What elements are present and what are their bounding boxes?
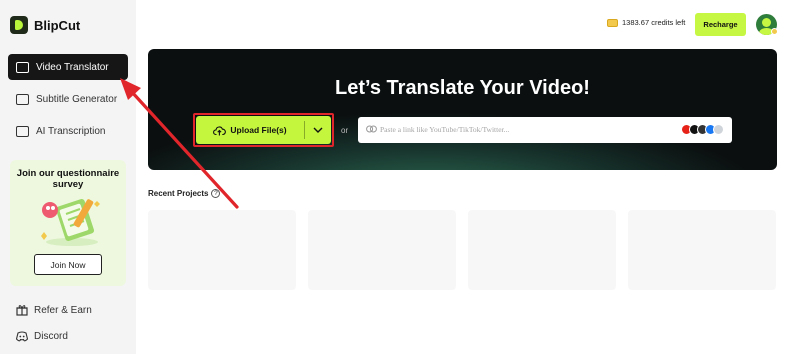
supported-platforms	[681, 124, 724, 135]
sidebar-item-video-translator[interactable]: Video Translator	[8, 54, 128, 80]
translate-hero-panel: Let’s Translate Your Video! Upload File(…	[148, 49, 777, 170]
video-link-input[interactable]: Paste a link like YouTube/TikTok/Twitter…	[358, 117, 732, 143]
sidebar-item-subtitle-generator[interactable]: Subtitle Generator	[8, 86, 128, 112]
sidebar-item-ai-transcription[interactable]: AI Transcription	[8, 118, 128, 144]
coin-icon	[607, 18, 618, 27]
credits-indicator: 1383.67 credits left	[607, 18, 685, 27]
sidebar: BlipCut Video Translator Subtitle Genera…	[0, 0, 136, 354]
video-link-placeholder: Paste a link like YouTube/TikTok/Twitter…	[380, 125, 510, 134]
video-translate-icon	[16, 61, 29, 73]
subtitle-icon	[16, 93, 29, 105]
gift-icon	[16, 305, 28, 316]
survey-illustration-icon	[41, 199, 100, 246]
credits-text: 1383.67 credits left	[622, 18, 686, 27]
sidebar-bottom-nav: Refer & Earn Discord	[16, 302, 128, 354]
or-separator: or	[341, 126, 349, 135]
membership-badge-icon	[771, 28, 778, 35]
project-card-placeholder	[468, 210, 616, 290]
discord-label: Discord	[34, 330, 68, 342]
blipcut-logo-icon	[10, 16, 28, 34]
sidebar-nav: Video Translator Subtitle Generator AI T…	[8, 54, 128, 150]
project-card-placeholder	[308, 210, 456, 290]
sidebar-item-label: AI Transcription	[36, 125, 106, 137]
refer-earn-link[interactable]: Refer & Earn	[16, 302, 128, 318]
sidebar-item-label: Video Translator	[36, 61, 109, 73]
recent-projects-title: Recent Projects	[148, 189, 209, 198]
hero-title: Let’s Translate Your Video!	[335, 77, 590, 99]
recent-projects-heading: Recent Projects ?	[148, 189, 221, 198]
discord-link[interactable]: Discord	[16, 328, 128, 344]
brand[interactable]: BlipCut	[10, 16, 80, 34]
discord-icon	[16, 330, 28, 341]
project-card-placeholder	[628, 210, 776, 290]
sidebar-item-label: Subtitle Generator	[36, 93, 118, 105]
link-icon	[366, 125, 377, 133]
info-icon[interactable]: ?	[211, 189, 221, 198]
brand-name: BlipCut	[34, 17, 81, 33]
more-icon	[713, 124, 724, 135]
survey-promo-card: Join our questionnaire survey Join Now	[10, 160, 126, 286]
refer-earn-label: Refer & Earn	[34, 304, 92, 316]
join-now-button[interactable]: Join Now	[34, 254, 102, 275]
recharge-button[interactable]: Recharge	[695, 13, 746, 36]
project-card-placeholder	[148, 210, 296, 290]
promo-title: Join our questionnaire survey	[16, 168, 120, 190]
transcription-icon	[16, 125, 29, 137]
annotation-highlight-box	[193, 113, 334, 147]
